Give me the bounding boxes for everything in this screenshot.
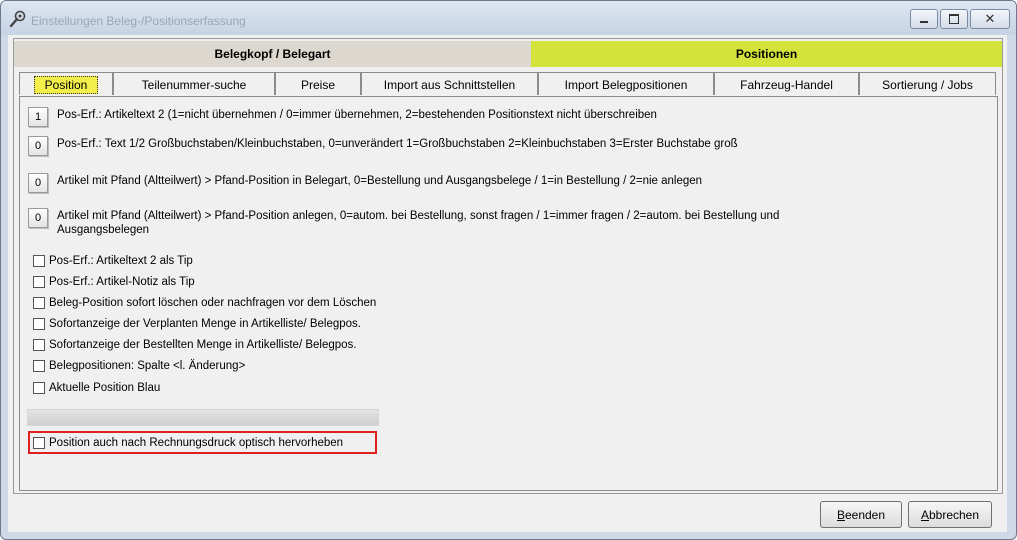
setting-label-grossklein: Pos-Erf.: Text 1/2 Großbuchstaben/Kleinb… <box>57 138 738 150</box>
window-title: Einstellungen Beleg-/Positionserfassung <box>31 14 246 28</box>
beenden-label: eenden <box>844 508 886 522</box>
maximize-icon <box>949 14 959 24</box>
minimize-icon <box>920 21 928 23</box>
beenden-mnemonic: B <box>836 508 845 522</box>
checkbox-box[interactable] <box>33 382 45 394</box>
minimize-button[interactable] <box>910 9 938 29</box>
checkbox-label: Pos-Erf.: Artikel-Notiz als Tip <box>49 276 195 288</box>
checkbox-label: Sofortanzeige der Bestellten Menge in Ar… <box>49 339 357 351</box>
setting-label-artikeltext2: Pos-Erf.: Artikeltext 2 (1=nicht überneh… <box>57 109 657 121</box>
checkbox-sofort-loeschen[interactable]: Beleg-Position sofort löschen oder nachf… <box>33 295 376 311</box>
checkbox-bestellte-menge[interactable]: Sofortanzeige der Bestellten Menge in Ar… <box>33 337 357 353</box>
checkbox-artikeltext2-tip[interactable]: Pos-Erf.: Artikeltext 2 als Tip <box>33 253 193 269</box>
subtab-import-belegpositionen[interactable]: Import Belegpositionen <box>538 72 714 95</box>
value-field-pfand-belegart[interactable]: 0 <box>28 173 48 193</box>
checkbox-verplante-menge[interactable]: Sofortanzeige der Verplanten Menge in Ar… <box>33 316 361 332</box>
separator-bar <box>27 409 379 426</box>
subtab-import-schnittstellen[interactable]: Import aus Schnittstellen <box>361 72 538 95</box>
wrench-icon <box>9 10 26 28</box>
subtab-label: Position <box>33 76 99 94</box>
tab-container: Belegkopf / Belegart Positionen Position… <box>13 38 1003 494</box>
maximize-button[interactable] <box>940 9 968 29</box>
checkbox-label: Aktuelle Position Blau <box>49 382 161 394</box>
subtab-teilenummer-suche[interactable]: Teilenummer-suche <box>113 72 275 95</box>
position-settings-panel: 1 Pos-Erf.: Artikeltext 2 (1=nicht übern… <box>19 96 998 491</box>
settings-window: Einstellungen Beleg-/Positionserfassung … <box>0 0 1017 540</box>
setting-label-pfand-anlegen: Artikel mit Pfand (Altteilwert) > Pfand-… <box>57 210 780 236</box>
checkbox-rechnungsdruck-hervorheben[interactable]: Position auch nach Rechnungsdruck optisc… <box>33 435 343 451</box>
checkbox-box[interactable] <box>33 318 45 330</box>
client-area: Belegkopf / Belegart Positionen Position… <box>8 35 1007 532</box>
checkbox-spalte-aenderung[interactable]: Belegpositionen: Spalte <l. Änderung> <box>33 358 245 374</box>
tab-positionen[interactable]: Positionen <box>531 41 1002 67</box>
checkbox-label: Beleg-Position sofort löschen oder nachf… <box>49 297 377 309</box>
checkbox-label: Belegpositionen: Spalte <l. Änderung> <box>49 360 246 372</box>
checkbox-box[interactable] <box>33 339 45 351</box>
abbrechen-label: bbrechen <box>928 508 980 522</box>
checkbox-box[interactable] <box>33 437 45 449</box>
subtab-fahrzeug-handel[interactable]: Fahrzeug-Handel <box>714 72 859 95</box>
value-field-grossklein[interactable]: 0 <box>28 136 48 156</box>
close-icon: ✕ <box>984 11 996 26</box>
beenden-button[interactable]: Beenden <box>820 501 902 528</box>
setting-label-pfand-belegart: Artikel mit Pfand (Altteilwert) > Pfand-… <box>57 175 703 187</box>
subtab-preise[interactable]: Preise <box>275 72 361 95</box>
checkbox-position-blau[interactable]: Aktuelle Position Blau <box>33 380 160 396</box>
sub-tab-bar: Position Teilenummer-suche Preise Import… <box>14 72 1002 96</box>
checkbox-artikel-notiz-tip[interactable]: Pos-Erf.: Artikel-Notiz als Tip <box>33 274 195 290</box>
value-field-pfand-anlegen[interactable]: 0 <box>28 208 48 228</box>
checkbox-label: Pos-Erf.: Artikeltext 2 als Tip <box>49 255 193 267</box>
checkbox-label: Sofortanzeige der Verplanten Menge in Ar… <box>49 318 361 330</box>
close-button[interactable]: ✕ <box>970 9 1010 29</box>
subtab-position[interactable]: Position <box>19 72 113 95</box>
checkbox-label: Position auch nach Rechnungsdruck optisc… <box>49 437 344 449</box>
checkbox-box[interactable] <box>33 360 45 372</box>
abbrechen-mnemonic: A <box>920 508 929 522</box>
tab-belegkopf[interactable]: Belegkopf / Belegart <box>14 41 531 67</box>
value-field-artikeltext2[interactable]: 1 <box>28 107 48 127</box>
abbrechen-button[interactable]: Abbrechen <box>908 501 992 528</box>
checkbox-box[interactable] <box>33 255 45 267</box>
title-bar[interactable]: Einstellungen Beleg-/Positionserfassung … <box>1 1 1016 35</box>
subtab-sortierung-jobs[interactable]: Sortierung / Jobs <box>859 72 996 95</box>
checkbox-box[interactable] <box>33 297 45 309</box>
checkbox-box[interactable] <box>33 276 45 288</box>
